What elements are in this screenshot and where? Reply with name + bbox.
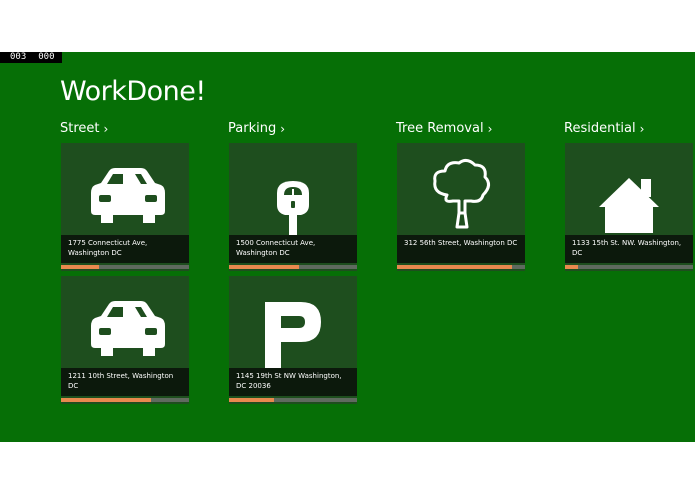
progress-bar	[229, 265, 357, 269]
progress-fill	[61, 398, 151, 402]
tile-address: 1133 15th St. NW. Washington, DC	[565, 235, 693, 263]
progress-bar	[61, 265, 189, 269]
progress-fill	[229, 398, 274, 402]
car-icon	[91, 301, 165, 356]
chevron-right-icon: ›	[487, 122, 493, 136]
progress-fill	[229, 265, 300, 269]
tile-address: 312 56th Street, Washington DC	[397, 235, 525, 263]
car-icon	[91, 168, 165, 223]
group-header-residential[interactable]: Residential ›	[564, 121, 644, 137]
group-label: Residential	[564, 121, 636, 136]
tile-address: 1145 19th St NW Washington, DC 20036	[229, 368, 357, 396]
work-tile[interactable]: 1211 10th Street, Washington DC	[61, 276, 189, 404]
chevron-right-icon: ›	[103, 122, 109, 136]
counter-left: 003	[10, 52, 27, 62]
tile-address: 1211 10th Street, Washington DC	[61, 368, 189, 396]
tree-icon	[433, 158, 490, 229]
chevron-right-icon: ›	[280, 122, 286, 136]
progress-fill	[61, 265, 100, 269]
app-title: WorkDone!	[60, 76, 206, 107]
tile-address: 1775 Connecticut Ave, Washington DC	[61, 235, 189, 263]
chevron-right-icon: ›	[639, 122, 645, 136]
parking-meter-icon	[277, 181, 309, 235]
progress-fill	[565, 265, 578, 269]
progress-bar	[397, 265, 525, 269]
work-tile[interactable]: 1145 19th St NW Washington, DC 20036	[229, 276, 357, 404]
tile-address: 1500 Connecticut Ave, Washington DC	[229, 235, 357, 263]
house-icon	[599, 178, 659, 233]
progress-bar	[229, 398, 357, 402]
group-header-parking[interactable]: Parking ›	[228, 121, 285, 137]
progress-fill	[397, 265, 513, 269]
group-header-tree-removal[interactable]: Tree Removal ›	[396, 121, 492, 137]
parking-p-icon	[265, 302, 321, 368]
work-tile[interactable]: 1775 Connecticut Ave, Washington DC	[61, 143, 189, 271]
work-tile[interactable]: 1133 15th St. NW. Washington, DC	[565, 143, 693, 271]
group-label: Tree Removal	[396, 121, 484, 136]
group-label: Parking	[228, 121, 277, 136]
group-header-street[interactable]: Street ›	[60, 121, 108, 137]
counter-right: 000	[38, 52, 55, 62]
work-tile[interactable]: 312 56th Street, Washington DC	[397, 143, 525, 271]
progress-bar	[61, 398, 189, 402]
work-tile[interactable]: 1500 Connecticut Ave, Washington DC	[229, 143, 357, 271]
app-canvas: WorkDone! Street › Parking › Tree Remova…	[0, 52, 695, 442]
frame-counter: 003 000	[0, 52, 62, 63]
progress-bar	[565, 265, 693, 269]
group-label: Street	[60, 121, 100, 136]
